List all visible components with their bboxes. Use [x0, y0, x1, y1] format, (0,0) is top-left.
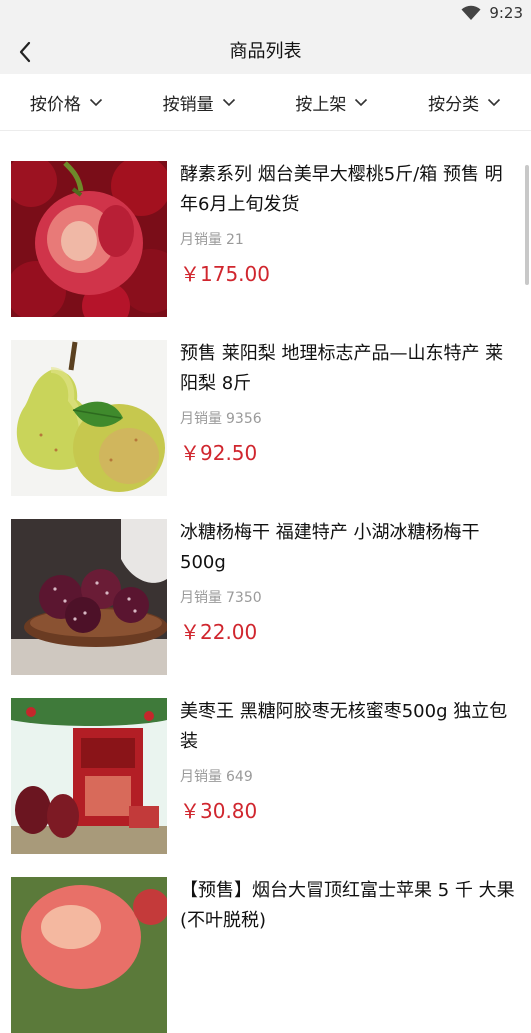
scrollbar[interactable]	[525, 165, 529, 285]
product-item[interactable]: 预售 莱阳梨 地理标志产品—山东特产 莱阳梨 8斤 月销量 9356 ￥92.50	[0, 310, 531, 496]
page-title: 商品列表	[229, 41, 302, 62]
chevron-down-icon	[355, 98, 368, 106]
chevron-down-icon	[89, 98, 102, 106]
product-list: 酵素系列 烟台美早大樱桃5斤/箱 预售 明年6月上旬发货 月销量 21 ￥175.…	[0, 131, 531, 1033]
product-item[interactable]: 【预售】烟台大冒顶红富士苹果 5 千 大果 (不叶脱税)	[0, 847, 531, 1033]
back-button[interactable]	[10, 38, 40, 66]
product-image-apple	[11, 877, 167, 1033]
product-sales: 月销量 21	[180, 230, 519, 250]
product-sales: 月销量 7350	[180, 588, 519, 608]
filter-label: 按价格	[29, 94, 81, 115]
product-price: ￥30.80	[180, 799, 258, 823]
product-item[interactable]: 美枣王 黑糖阿胶枣无核蜜枣500g 独立包装 月销量 649 ￥30.80	[0, 668, 531, 854]
chevron-down-icon	[488, 98, 501, 106]
nav-bar: 商品列表	[0, 30, 531, 74]
sales-label: 月销量	[180, 411, 222, 427]
product-image-pear	[11, 340, 167, 496]
wifi-icon	[461, 5, 481, 21]
filter-bar: 按价格 按销量 按上架 按分类	[0, 74, 531, 131]
product-image-dates	[11, 698, 167, 854]
filter-label: 按销量	[162, 94, 214, 115]
sales-label: 月销量	[180, 590, 222, 606]
product-image-bayberry	[11, 519, 167, 675]
product-sales: 月销量 649	[180, 767, 519, 787]
product-price: ￥175.00	[180, 262, 270, 286]
filter-by-price[interactable]: 按价格	[30, 90, 103, 115]
filter-by-listing[interactable]: 按上架	[295, 90, 368, 115]
product-price: ￥22.00	[180, 620, 258, 644]
sales-label: 月销量	[180, 769, 222, 785]
product-title: 美枣王 黑糖阿胶枣无核蜜枣500g 独立包装	[180, 701, 508, 752]
sales-label: 月销量	[180, 232, 222, 248]
status-time: 9:23	[489, 4, 523, 22]
sales-value: 7350	[226, 590, 262, 606]
chevron-down-icon	[222, 98, 235, 106]
product-title: 【预售】烟台大冒顶红富士苹果 5 千 大果 (不叶脱税)	[180, 880, 515, 931]
sales-value: 9356	[226, 411, 262, 427]
product-item[interactable]: 冰糖杨梅干 福建特产 小湖冰糖杨梅干 500g 月销量 7350 ￥22.00	[0, 489, 531, 675]
product-title: 预售 莱阳梨 地理标志产品—山东特产 莱阳梨 8斤	[180, 343, 504, 394]
status-bar: 9:23	[0, 0, 531, 30]
filter-label: 按分类	[428, 94, 480, 115]
chevron-left-icon	[19, 41, 31, 63]
filter-by-sales[interactable]: 按销量	[163, 90, 236, 115]
product-image-cherry	[11, 161, 167, 317]
product-title: 酵素系列 烟台美早大樱桃5斤/箱 预售 明年6月上旬发货	[180, 164, 503, 215]
sales-value: 649	[226, 769, 253, 785]
product-sales: 月销量 9356	[180, 409, 519, 429]
product-item[interactable]: 酵素系列 烟台美早大樱桃5斤/箱 预售 明年6月上旬发货 月销量 21 ￥175.…	[0, 131, 531, 317]
product-title: 冰糖杨梅干 福建特产 小湖冰糖杨梅干 500g	[180, 522, 480, 573]
filter-label: 按上架	[295, 94, 347, 115]
filter-by-category[interactable]: 按分类	[428, 90, 501, 115]
product-price: ￥92.50	[180, 441, 258, 465]
sales-value: 21	[226, 232, 244, 248]
